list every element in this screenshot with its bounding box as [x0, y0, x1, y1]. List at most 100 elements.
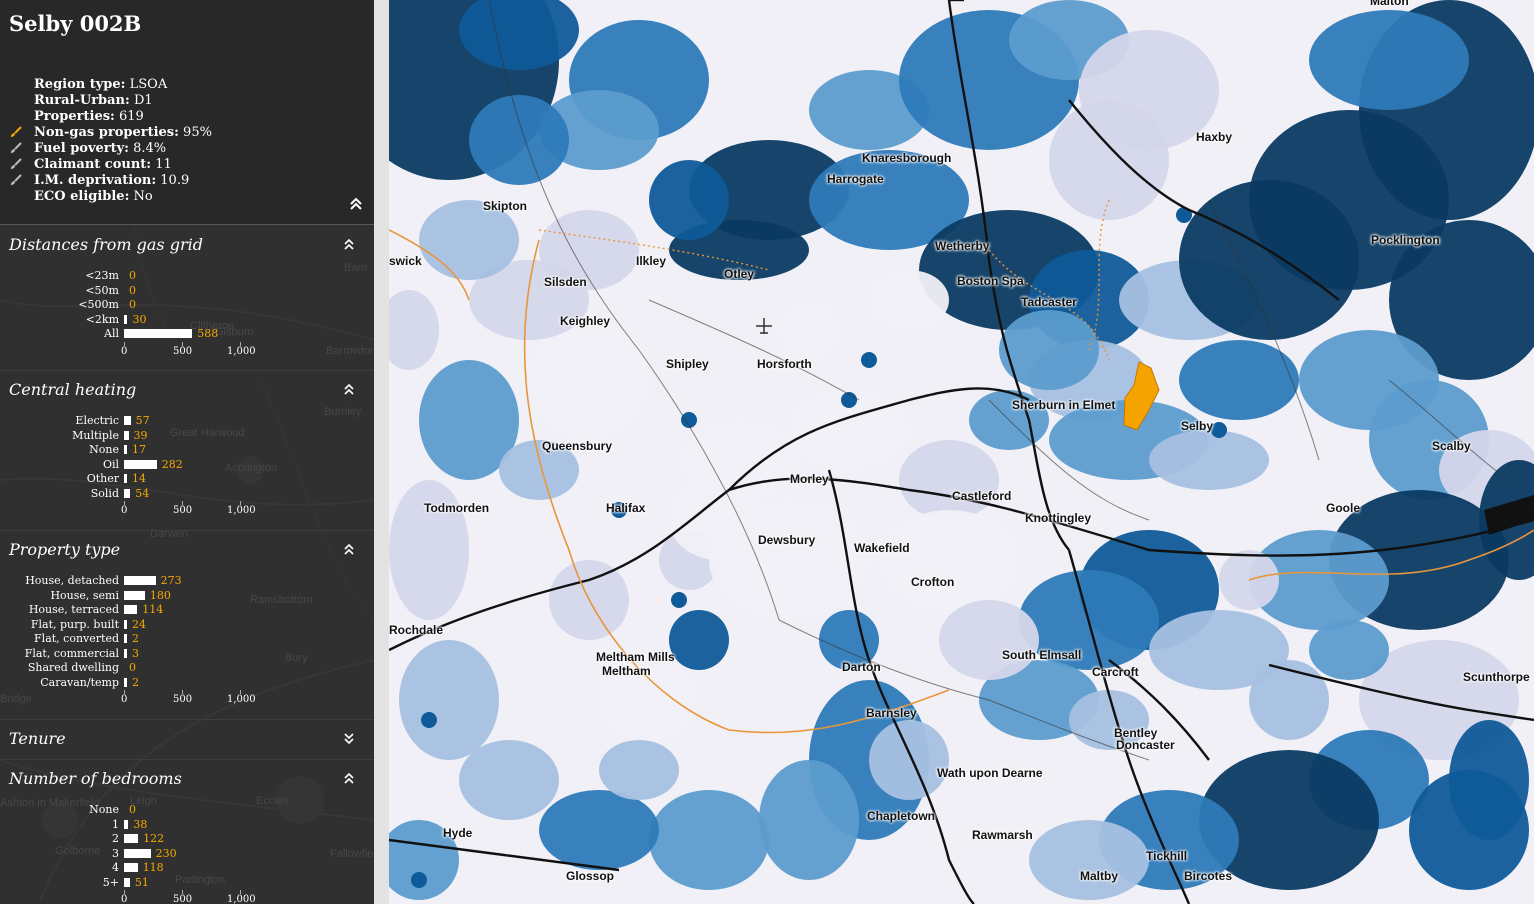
paintbrush-icon[interactable]: [10, 126, 22, 138]
row-label: House, terraced: [28, 603, 119, 616]
lsoa-region[interactable]: [1309, 620, 1389, 680]
lsoa-region[interactable]: [779, 300, 839, 360]
stat-value: 619: [114, 109, 144, 124]
lsoa-region[interactable]: [1029, 820, 1149, 900]
town-label: Knottingley: [1025, 511, 1091, 525]
choropleth-map[interactable]: Haxby Knaresborough Harrogate Skipton Wether…: [389, 0, 1534, 904]
lsoa-region[interactable]: [759, 760, 859, 880]
stat-label: Rural-Urban:: [34, 93, 130, 108]
lsoa-region[interactable]: [399, 640, 499, 760]
paintbrush-icon[interactable]: [10, 142, 22, 154]
town-label: Todmorden: [424, 501, 490, 515]
urban-cluster[interactable]: [671, 592, 687, 608]
lsoa-region[interactable]: [899, 440, 999, 520]
row-bar[interactable]: [124, 863, 138, 872]
town-label: Haxby: [1196, 130, 1233, 144]
row-label: None: [89, 803, 119, 816]
section-title[interactable]: Distances from gas grid: [9, 235, 203, 254]
lsoa-region[interactable]: [879, 510, 1019, 610]
section-title[interactable]: Property type: [9, 540, 120, 559]
lsoa-region[interactable]: [1309, 10, 1469, 110]
lsoa-region[interactable]: [869, 270, 949, 330]
lsoa-region[interactable]: [999, 310, 1099, 390]
town-label: Tadcaster: [1021, 295, 1077, 309]
row-bar[interactable]: [124, 329, 193, 338]
urban-cluster[interactable]: [861, 352, 877, 368]
town-label: Hyde: [443, 826, 473, 840]
brush-tip: [11, 133, 15, 137]
collapse-summary-icon[interactable]: [349, 197, 363, 211]
paintbrush-icon[interactable]: [10, 158, 22, 170]
paintbrush-icon[interactable]: [10, 174, 22, 186]
row-value: 14: [132, 472, 146, 485]
row-bar[interactable]: [124, 416, 131, 425]
lsoa-region[interactable]: [869, 720, 949, 800]
row-bar[interactable]: [124, 605, 138, 614]
panel-scrollbar-gutter[interactable]: [374, 0, 389, 904]
urban-cluster[interactable]: [411, 872, 427, 888]
lsoa-region[interactable]: [389, 290, 439, 370]
row-bar[interactable]: [124, 819, 129, 829]
urban-cluster[interactable]: [1211, 422, 1227, 438]
lsoa-region[interactable]: [599, 740, 679, 800]
row-bar[interactable]: [124, 677, 127, 687]
stat-row: Properties: 619: [34, 109, 144, 124]
row-bar[interactable]: [124, 459, 157, 469]
row-bar[interactable]: [124, 848, 151, 858]
row-bar[interactable]: [124, 648, 127, 658]
info-panel: BarnGisburnBarrowfordBurnleyGreat Harwoo…: [0, 0, 374, 904]
lsoa-region[interactable]: [539, 790, 659, 870]
row-bar[interactable]: [124, 314, 128, 324]
row-value: 2: [132, 632, 139, 645]
lsoa-region[interactable]: [1449, 720, 1529, 840]
lsoa-region[interactable]: [709, 500, 869, 620]
section-title[interactable]: Tenure: [9, 729, 66, 748]
urban-cluster[interactable]: [421, 712, 437, 728]
collapse-section-icon[interactable]: [342, 237, 356, 251]
row-value: 118: [142, 861, 164, 874]
row-bar[interactable]: [124, 474, 127, 483]
row-label: Solid: [90, 486, 119, 500]
section-tenure: Tenure: [0, 719, 374, 760]
lsoa-region[interactable]: [1179, 340, 1299, 420]
row-bar[interactable]: [124, 877, 130, 887]
lsoa-region[interactable]: [1149, 430, 1269, 490]
town-label: Queensbury: [542, 439, 613, 453]
lsoa-region[interactable]: [1049, 100, 1169, 220]
stat-row: Fuel poverty: 8.4%: [34, 141, 166, 156]
row-bar[interactable]: [124, 445, 127, 454]
town-label: Meltham: [602, 664, 651, 678]
row-bar[interactable]: [124, 576, 156, 585]
town-label: Morley: [790, 472, 829, 486]
collapse-section-icon[interactable]: [342, 382, 356, 396]
town-label: swick: [389, 254, 422, 268]
row-label: <500m: [78, 298, 119, 311]
collapse-section-icon[interactable]: [342, 771, 356, 785]
lsoa-region[interactable]: [459, 740, 559, 820]
town-label: Ilkley: [636, 254, 667, 268]
town-label: Halifax: [606, 501, 646, 515]
row-bar[interactable]: [124, 430, 129, 440]
lsoa-region[interactable]: [649, 160, 729, 240]
lsoa-region[interactable]: [649, 790, 769, 890]
town-label: Wakefield: [854, 541, 910, 555]
row-bar[interactable]: [124, 488, 131, 498]
expand-section-icon[interactable]: [342, 731, 356, 745]
section-title[interactable]: Central heating: [9, 380, 136, 399]
row-bar[interactable]: [124, 619, 127, 629]
town-label: Carcroft: [1092, 665, 1139, 679]
row-value: 3: [132, 646, 139, 660]
row-value: 38: [133, 817, 148, 831]
lsoa-region[interactable]: [469, 95, 569, 185]
row-label: Caravan/temp: [40, 675, 119, 689]
section-title[interactable]: Number of bedrooms: [9, 769, 182, 788]
lsoa-region[interactable]: [939, 600, 1039, 680]
lsoa-region[interactable]: [669, 610, 729, 670]
row-bar[interactable]: [124, 834, 139, 843]
stat-value: 95%: [178, 125, 212, 140]
lsoa-region[interactable]: [1249, 660, 1329, 740]
collapse-section-icon[interactable]: [342, 542, 356, 556]
row-value: 2: [132, 675, 139, 689]
row-bar[interactable]: [124, 590, 145, 600]
row-bar[interactable]: [124, 634, 127, 643]
